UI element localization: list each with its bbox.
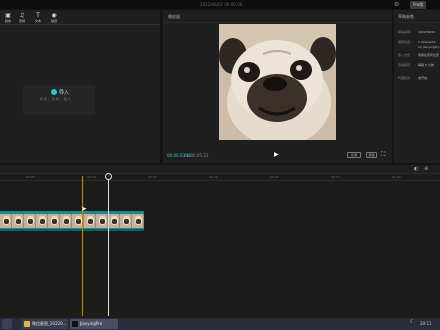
pro-badge[interactable]: Pro版 [410, 1, 427, 9]
play-icon[interactable]: ▶ [274, 151, 279, 158]
timeline-toolbar [0, 165, 440, 174]
draft-value: 未开启 [418, 76, 428, 80]
toolbar-label: 音频 [18, 19, 25, 23]
video-clip[interactable] [0, 211, 144, 231]
draft-key: 代理模式: [398, 76, 412, 80]
draft-title: 草稿参数 [398, 14, 414, 19]
title-bar: 2022/06/02 00:00:00 ⚙ Pro版 [0, 0, 440, 9]
toolbar-label: 文本 [34, 19, 41, 23]
sticker-icon: ◉ [51, 12, 57, 19]
start-button[interactable] [2, 319, 12, 329]
playhead[interactable] [108, 176, 109, 316]
fullscreen-icon[interactable]: ⛶ [381, 151, 385, 159]
clip-bottom-bar [0, 229, 144, 231]
ratio-button[interactable]: 比例 [347, 152, 361, 158]
timeline-panel [0, 165, 440, 318]
import-hint: 视频、音频、图片 [40, 97, 73, 101]
playhead-handle[interactable] [105, 173, 112, 180]
toolbar-label: 媒体 [4, 19, 11, 23]
draft-value: 2022/06/02 [418, 30, 436, 34]
settings-icon[interactable]: ⚙ [394, 1, 399, 8]
draft-value: 保留在原有位置 [418, 53, 440, 57]
ruler-tick: 01:00 [392, 175, 401, 179]
taskbar-app-label: JianyingPro [80, 321, 103, 326]
clock: 20:11 [420, 321, 432, 326]
toolbar-divider [0, 24, 160, 25]
toolbar-text[interactable]: T 文本 [31, 12, 45, 23]
window-title: 2022/06/02 00:00:00 [200, 2, 243, 7]
image-app-icon [24, 321, 30, 327]
ruler-tick: 00:40 [270, 175, 279, 179]
player-divider [163, 22, 392, 23]
draft-divider [394, 22, 440, 23]
total-time: 00:00:05:23 [184, 153, 209, 158]
player-title: 播放器 [168, 14, 180, 19]
draft-value: 每隔 5 分钟 [418, 63, 434, 67]
video-preview[interactable] [219, 24, 336, 140]
import-plus-icon[interactable] [51, 89, 57, 95]
size-button[interactable]: 原始 [366, 152, 377, 158]
media-icon: ▣ [5, 12, 11, 19]
draft-key: 保存位置: [398, 40, 412, 44]
jianying-app-icon [72, 321, 78, 327]
pug-image [219, 24, 336, 140]
mouse-cursor-icon: ➤ [81, 205, 87, 213]
hover-line [82, 176, 83, 316]
toolbar-sticker[interactable]: ◉ 贴纸 [47, 12, 61, 23]
toolbar-media[interactable]: ▣ 媒体 [1, 12, 15, 23]
draft-value: m/ JianyingPro [418, 45, 440, 49]
toolbar-label: 贴纸 [50, 19, 57, 23]
time-ruler[interactable] [0, 174, 440, 181]
timeline-tools[interactable]: ◐ ⊕ [414, 166, 430, 172]
ruler-tick: 00:00 [26, 175, 35, 179]
ruler-tick: 00:30 [209, 175, 218, 179]
draft-key: 导入方式: [398, 53, 412, 57]
taskbar-app-label: 微信截图_20220... [32, 321, 67, 326]
ruler-tick: 00:50 [331, 175, 340, 179]
text-icon: T [36, 12, 40, 19]
clip-thumbnails [0, 214, 144, 228]
audio-icon: ♫ [19, 12, 25, 19]
draft-key: 草稿名称: [398, 30, 412, 34]
ruler-tick: 00:10 [87, 175, 96, 179]
moon-icon[interactable]: ☾ [410, 319, 414, 325]
draft-value: C:/Users/Ad [418, 40, 436, 44]
toolbar-audio[interactable]: ♫ 音频 [15, 12, 29, 23]
draft-key: 自动保存: [398, 63, 412, 67]
ruler-tick: 00:20 [148, 175, 157, 179]
import-label[interactable]: 导入 [59, 89, 69, 96]
